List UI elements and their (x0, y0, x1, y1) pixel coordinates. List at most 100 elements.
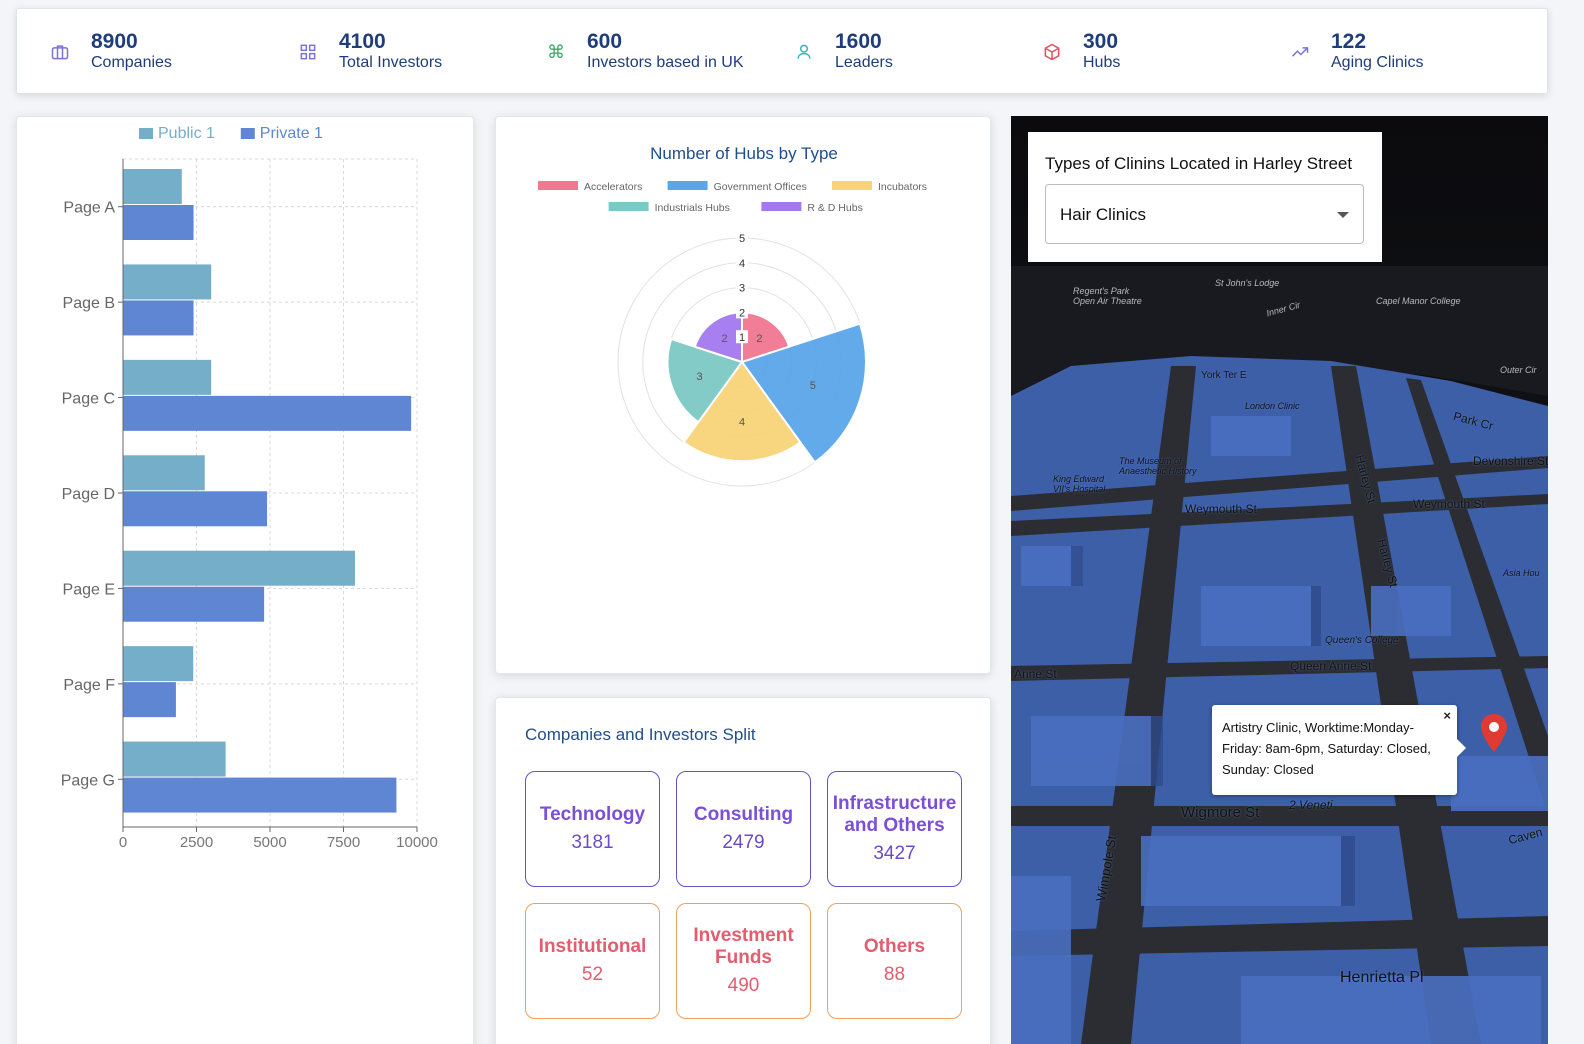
caret-down-icon (1337, 212, 1349, 218)
map-label: London Clinic (1245, 401, 1300, 411)
map-label: Henrietta Pl (1340, 969, 1424, 986)
bar-chart-card: Public 1 Private 1 Page A Page B Page C Page … (16, 116, 474, 1044)
map-label: Devonshire St (1473, 454, 1548, 468)
bar-public (123, 741, 226, 777)
stat-label: Total Investors (339, 54, 443, 71)
tile-name: Consulting (693, 804, 794, 825)
tile-consulting[interactable]: Consulting 2479 (676, 771, 811, 887)
stat-value: 122 (1331, 30, 1367, 53)
segment-label: 2 (756, 333, 762, 345)
map-label: Weymouth St (1413, 497, 1485, 511)
clinic-type-panel: Types of Clinins Located in Harley Stree… (1028, 132, 1382, 262)
x-tick-label: 10000 (396, 834, 438, 851)
tile-institutional[interactable]: Institutional 52 (525, 903, 660, 1019)
map-label: King Edward VII's Hospital (1053, 474, 1106, 494)
bar-public (123, 169, 182, 204)
legend-swatch (608, 202, 649, 211)
map-label: Capel Manor College (1376, 296, 1461, 306)
segment-label: 5 (810, 380, 816, 392)
tile-others[interactable]: Others 88 (827, 903, 962, 1019)
tile-technology[interactable]: Technology 3181 (525, 771, 660, 887)
x-tick-label: 0 (119, 834, 127, 851)
clinic-type-select[interactable]: Hair Clinics (1045, 184, 1364, 244)
legend-label: Incubators (878, 181, 927, 193)
map-label: York Ter E (1201, 370, 1247, 381)
stat-label: Investors based in UK (587, 54, 744, 71)
stat-aging-clinics: 122 Aging Clinics (1278, 27, 1423, 77)
bar-private (123, 205, 194, 240)
bar-private (123, 586, 265, 622)
legend-label: Government Offices (714, 181, 807, 193)
legend-swatch (761, 202, 802, 211)
category-label: Page C (62, 391, 115, 408)
companies-investors-split-card: Companies and Investors Split Technology… (495, 697, 991, 1044)
x-tick-label: 7500 (327, 834, 360, 851)
legend-swatch (832, 181, 872, 190)
legend-swatch (538, 181, 578, 190)
popup-close-button[interactable]: × (1443, 705, 1451, 726)
segment-label: 3 (696, 371, 702, 383)
user-icon (782, 30, 826, 74)
map-label: Wigmore St (1181, 804, 1260, 821)
stat-label: Leaders (835, 54, 893, 71)
bar-private (123, 777, 397, 813)
tile-value: 2479 (722, 832, 765, 853)
stats-bar: 8900 Companies 4100 Total Investors ⌘ 600 I… (16, 8, 1548, 94)
grid-icon (286, 30, 330, 74)
bar-public (123, 359, 212, 395)
legend-label: Private 1 (260, 125, 323, 142)
segment-label: 4 (739, 417, 745, 429)
stat-hubs: 300 Hubs (1030, 27, 1120, 77)
bar-private (123, 682, 176, 718)
x-tick-label: 5000 (253, 834, 286, 851)
polar-title: Number of Hubs by Type (650, 144, 838, 163)
stat-value: 300 (1083, 30, 1119, 53)
bar-public (123, 550, 355, 586)
legend-swatch (667, 181, 708, 190)
stat-label: Aging Clinics (1331, 54, 1424, 71)
radial-tick-label: 4 (739, 258, 745, 270)
tile-name: Investment Funds (693, 925, 794, 968)
tile-value: 3181 (571, 832, 614, 853)
x-tick-label: 2500 (180, 834, 213, 851)
tile-name: Infrastructure and Others (832, 793, 957, 836)
tile-value: 490 (727, 975, 760, 996)
stat-companies: 8900 Companies (38, 27, 172, 77)
category-label: Page G (61, 772, 115, 789)
category-label: Page F (63, 677, 115, 694)
tile-investment-funds[interactable]: Investment Funds 490 (676, 903, 811, 1019)
bar-private (123, 491, 268, 527)
bar-chart: Public 1 Private 1 Page A Page B Page C Page … (61, 125, 438, 851)
tile-infrastructure[interactable]: Infrastructure and Others 3427 (827, 771, 962, 887)
segment-label: 2 (721, 333, 727, 345)
bar-public (123, 264, 212, 300)
map-label: Regent's Park Open Air Theatre (1073, 286, 1142, 306)
split-title: Companies and Investors Split (525, 725, 756, 744)
clinic-popup: × Artistry Clinic, Worktime:Monday-Frida… (1212, 705, 1466, 795)
map-pin-icon[interactable] (1479, 713, 1509, 753)
legend-label: Accelerators (584, 181, 642, 193)
tile-value: 52 (581, 964, 604, 985)
stat-value: 1600 (835, 30, 882, 53)
command-icon: ⌘ (547, 41, 565, 63)
map-label: Asia Hou (1503, 568, 1540, 578)
legend-swatch (139, 128, 153, 139)
stat-value: 4100 (339, 30, 386, 53)
map-3d-view[interactable]: Regent's Park Open Air Theatre St John's… (1011, 116, 1548, 1044)
radial-tick-label: 1 (739, 332, 745, 344)
radial-tick-label: 3 (739, 283, 745, 295)
bar-private (123, 300, 194, 336)
box-icon (1030, 30, 1074, 74)
map-label: 2 Veneti (1289, 798, 1333, 812)
stat-value: 8900 (91, 30, 138, 53)
polar-chart-card: Number of Hubs by Type Accelerators Govern… (495, 116, 991, 674)
category-label: Page A (63, 200, 115, 217)
tile-name: Institutional (538, 936, 647, 957)
map-label: Weymouth St (1185, 502, 1257, 516)
clinic-type-title: Types of Clinins Located in Harley Stree… (1045, 154, 1353, 173)
bar-public (123, 646, 194, 682)
tile-value: 88 (883, 964, 906, 985)
category-label: Page D (62, 486, 115, 503)
popup-text: Artistry Clinic, Worktime:Monday-Friday:… (1222, 720, 1431, 777)
bar-public (123, 455, 205, 491)
